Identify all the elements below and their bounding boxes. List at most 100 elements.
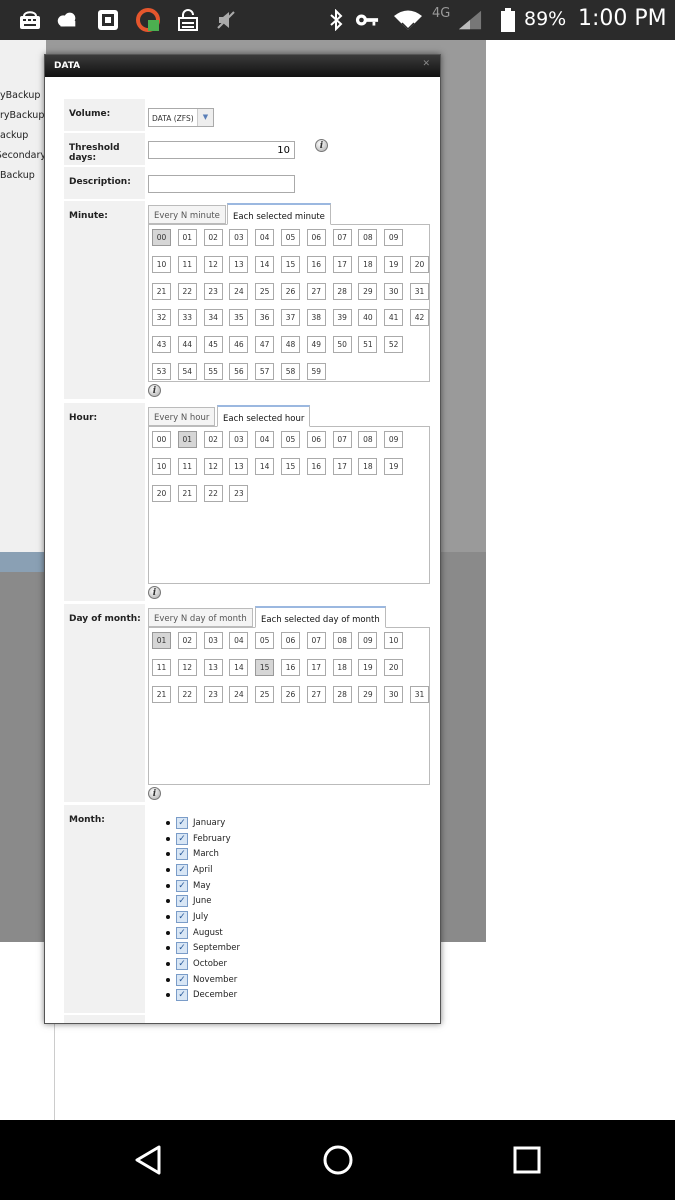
info-icon[interactable]: i <box>315 139 328 152</box>
minute-cell[interactable]: 26 <box>281 282 300 300</box>
hour-cell[interactable]: 11 <box>177 457 197 475</box>
day-cell[interactable]: 24 <box>229 685 249 703</box>
minute-cell[interactable]: 00 <box>152 229 171 246</box>
hour-cell[interactable]: 12 <box>203 457 223 475</box>
day-cell[interactable]: 08 <box>332 632 352 649</box>
minute-cell[interactable]: 07 <box>332 229 352 246</box>
volume-select[interactable]: DATA (ZFS) ▼ <box>148 108 214 127</box>
minute-cell[interactable]: 36 <box>255 309 275 327</box>
month-checkbox[interactable]: ✓ <box>176 989 188 1002</box>
day-cell[interactable]: 07 <box>306 632 326 649</box>
month-checkbox[interactable]: ✓ <box>176 973 188 986</box>
minute-cell[interactable]: 13 <box>229 255 249 273</box>
minute-cell[interactable]: 46 <box>229 336 249 354</box>
minute-cell[interactable]: 08 <box>358 229 378 246</box>
day-cell[interactable]: 17 <box>306 658 326 676</box>
month-checkbox[interactable]: ✓ <box>176 958 188 971</box>
day-cell[interactable]: 03 <box>203 632 223 649</box>
minute-cell[interactable]: 22 <box>177 282 197 300</box>
day-cell[interactable]: 14 <box>229 658 249 676</box>
minute-cell[interactable]: 39 <box>332 309 352 327</box>
minute-cell[interactable]: 19 <box>384 255 404 273</box>
minute-cell[interactable]: 11 <box>177 255 197 273</box>
hour-cell[interactable]: 07 <box>332 431 352 448</box>
minute-cell[interactable]: 40 <box>358 309 378 327</box>
hour-cell[interactable]: 22 <box>203 484 223 502</box>
minute-cell[interactable]: 25 <box>255 282 275 300</box>
minute-cell[interactable]: 17 <box>332 255 352 273</box>
hour-cell[interactable]: 13 <box>229 457 249 475</box>
month-checkbox[interactable]: ✓ <box>176 848 188 861</box>
chevron-down-icon[interactable]: ▼ <box>197 109 213 126</box>
close-icon[interactable]: ✕ <box>422 59 430 69</box>
month-checkbox[interactable]: ✓ <box>176 942 188 955</box>
day-cell[interactable]: 16 <box>281 658 300 676</box>
minute-cell[interactable]: 42 <box>410 309 429 327</box>
minute-cell[interactable]: 05 <box>281 229 300 246</box>
minute-cell[interactable]: 04 <box>255 229 275 246</box>
month-checkbox[interactable]: ✓ <box>176 926 188 939</box>
day-cell[interactable]: 13 <box>203 658 223 676</box>
minute-cell[interactable]: 51 <box>358 336 378 354</box>
minute-cell[interactable]: 30 <box>384 282 404 300</box>
minute-cell[interactable]: 21 <box>152 282 171 300</box>
day-cell[interactable]: 09 <box>358 632 378 649</box>
tab-every-n-hour[interactable]: Every N hour <box>148 407 216 426</box>
minute-cell[interactable]: 29 <box>358 282 378 300</box>
month-checkbox[interactable]: ✓ <box>176 879 188 892</box>
hour-cell[interactable]: 23 <box>229 484 249 502</box>
minute-cell[interactable]: 35 <box>229 309 249 327</box>
hour-cell[interactable]: 21 <box>177 484 197 502</box>
hour-cell[interactable]: 03 <box>229 431 249 448</box>
minute-cell[interactable]: 34 <box>203 309 223 327</box>
hour-cell[interactable]: 14 <box>255 457 275 475</box>
home-icon[interactable] <box>318 1140 358 1180</box>
minute-cell[interactable]: 27 <box>306 282 326 300</box>
minute-cell[interactable]: 57 <box>255 363 275 380</box>
tab-each-selected-hour[interactable]: Each selected hour <box>217 405 311 427</box>
minute-cell[interactable]: 50 <box>332 336 352 354</box>
hour-cell[interactable]: 15 <box>281 457 300 475</box>
minute-cell[interactable]: 33 <box>177 309 197 327</box>
minute-cell[interactable]: 59 <box>306 363 326 380</box>
minute-cell[interactable]: 02 <box>203 229 223 246</box>
hour-cell[interactable]: 16 <box>306 457 326 475</box>
day-cell[interactable]: 28 <box>332 685 352 703</box>
hour-cell[interactable]: 20 <box>152 484 171 502</box>
minute-cell[interactable]: 32 <box>152 309 171 327</box>
tab-every-n-minute[interactable]: Every N minute <box>148 205 226 224</box>
hour-cell[interactable]: 17 <box>332 457 352 475</box>
minute-cell[interactable]: 58 <box>281 363 300 380</box>
minute-cell[interactable]: 52 <box>384 336 404 354</box>
hour-cell[interactable]: 09 <box>384 431 404 448</box>
sidebar-item[interactable]: ryBackup <box>0 110 46 121</box>
day-cell[interactable]: 30 <box>384 685 404 703</box>
day-cell[interactable]: 10 <box>384 632 404 649</box>
minute-cell[interactable]: 23 <box>203 282 223 300</box>
hour-cell[interactable]: 02 <box>203 431 223 448</box>
day-cell[interactable]: 01 <box>152 632 171 649</box>
day-cell[interactable]: 02 <box>177 632 197 649</box>
sidebar-item[interactable]: Secondary <box>0 150 46 161</box>
day-cell[interactable]: 05 <box>255 632 275 649</box>
tab-every-n-day[interactable]: Every N day of month <box>148 608 253 627</box>
minute-cell[interactable]: 03 <box>229 229 249 246</box>
sidebar-item[interactable]: ackup <box>0 130 46 141</box>
threshold-input[interactable]: 10 <box>148 141 295 159</box>
minute-cell[interactable]: 41 <box>384 309 404 327</box>
day-cell[interactable]: 22 <box>177 685 197 703</box>
minute-cell[interactable]: 12 <box>203 255 223 273</box>
minute-cell[interactable]: 16 <box>306 255 326 273</box>
tab-each-selected-day[interactable]: Each selected day of month <box>255 606 386 628</box>
minute-cell[interactable]: 24 <box>229 282 249 300</box>
hour-cell[interactable]: 05 <box>281 431 300 448</box>
sidebar-item[interactable]: yBackup <box>0 90 46 101</box>
minute-cell[interactable]: 49 <box>306 336 326 354</box>
day-cell[interactable]: 06 <box>281 632 300 649</box>
minute-cell[interactable]: 06 <box>306 229 326 246</box>
minute-cell[interactable]: 56 <box>229 363 249 380</box>
info-icon[interactable]: i <box>148 787 161 800</box>
hour-cell[interactable]: 00 <box>152 431 171 448</box>
minute-cell[interactable]: 44 <box>177 336 197 354</box>
description-input[interactable] <box>148 175 295 193</box>
